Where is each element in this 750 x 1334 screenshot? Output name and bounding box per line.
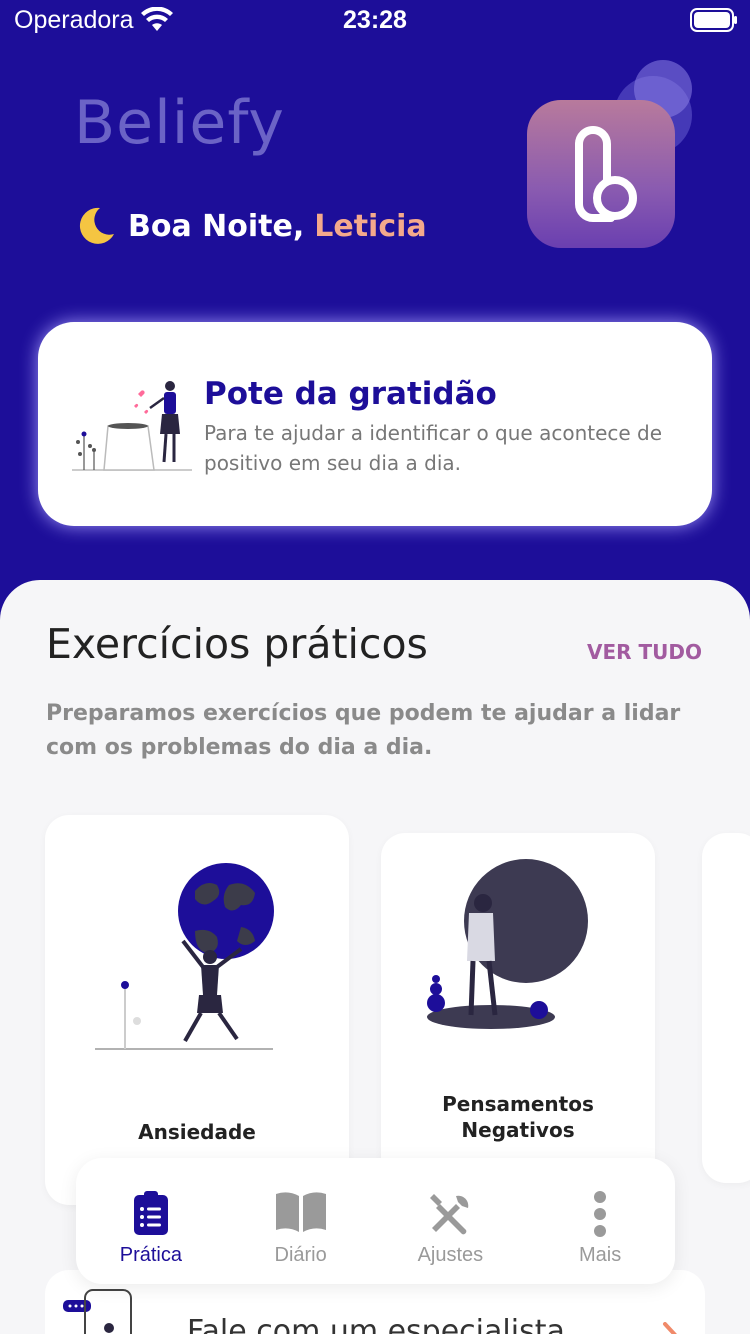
status-time: 23:28 — [343, 6, 407, 34]
negative-thoughts-illustration — [427, 859, 588, 1029]
exercise-card-anxiety[interactable]: Ansiedade — [45, 815, 349, 1205]
tab-label: Mais — [579, 1244, 622, 1266]
specialist-label: Fale com um especialista — [187, 1314, 565, 1334]
exercises-description: Preparamos exercícios que podem te ajuda… — [46, 701, 681, 760]
battery-icon — [690, 8, 737, 32]
tab-mais[interactable]: Mais — [525, 1158, 675, 1284]
more-vertical-icon — [594, 1191, 607, 1237]
bottom-tab-bar: Prática Diário Ajustes Mais — [76, 1158, 675, 1284]
status-bar: Operadora 23:28 — [0, 0, 750, 42]
tab-pratica[interactable]: Prática — [76, 1158, 226, 1284]
tab-label: Prática — [119, 1244, 182, 1266]
exercises-title: Exercícios práticos — [46, 620, 428, 668]
gratitude-title: Pote da gratidão — [204, 376, 497, 412]
gratitude-jar-card[interactable]: Pote da gratidão Para te ajudar a identi… — [38, 322, 712, 526]
tab-label: Ajustes — [417, 1244, 484, 1266]
exercise-card-partial[interactable] — [702, 833, 750, 1183]
exercise-card-label: Pensamentos — [442, 1092, 594, 1116]
moon-icon — [79, 207, 114, 244]
exercise-card-label: Ansiedade — [138, 1120, 256, 1144]
see-all-link[interactable]: VER TUDO — [587, 640, 702, 664]
exercise-card-label: Negativos — [461, 1118, 575, 1142]
specialist-illustration — [63, 1289, 132, 1334]
beliefy-b-icon — [575, 126, 637, 222]
greeting: Boa Noite, Leticia — [74, 204, 427, 248]
clipboard-list-icon — [133, 1191, 168, 1235]
gratitude-illustration — [72, 381, 192, 471]
app-logo-badge[interactable] — [527, 100, 675, 248]
tab-diario[interactable]: Diário — [226, 1158, 376, 1284]
exercise-card-negative-thoughts[interactable]: Pensamentos Negativos — [381, 833, 655, 1183]
beliefy-logo: Beliefy — [74, 88, 285, 158]
tab-ajustes[interactable]: Ajustes — [376, 1158, 526, 1284]
greeting-prefix: Boa Noite, — [128, 208, 305, 244]
tab-label: Diário — [274, 1244, 327, 1266]
tools-icon — [430, 1194, 469, 1235]
book-icon — [275, 1192, 326, 1232]
chevron-right-icon — [663, 1322, 677, 1334]
gratitude-description: Para te ajudar a identificar o que acont… — [204, 421, 663, 475]
user-name: Leticia — [314, 208, 427, 244]
anxiety-illustration — [95, 863, 274, 1050]
